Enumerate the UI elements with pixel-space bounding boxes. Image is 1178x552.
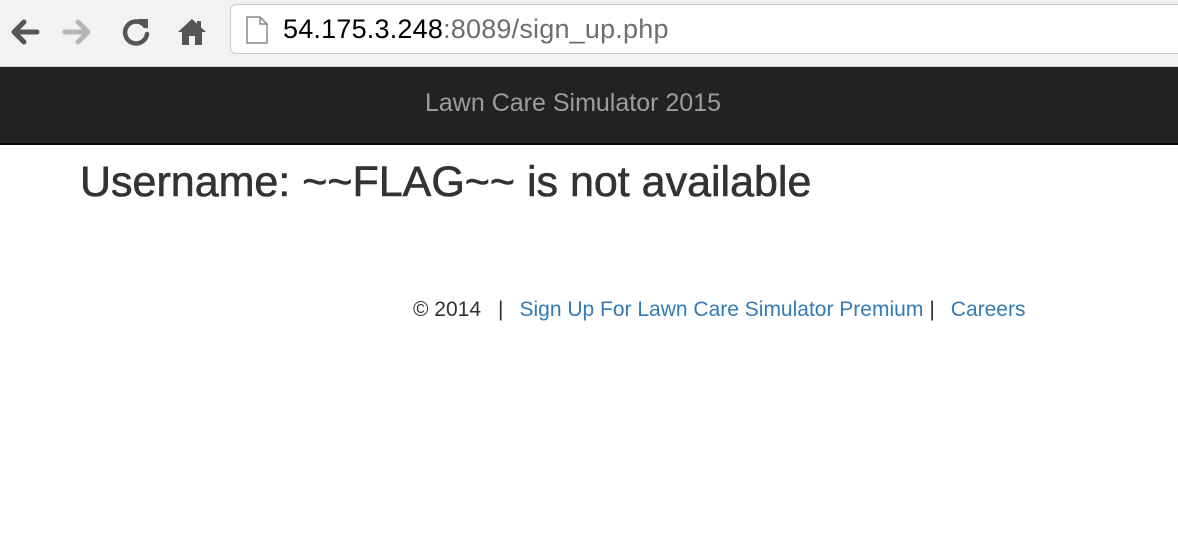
- url-text[interactable]: 54.175.3.248:8089/sign_up.php: [283, 14, 669, 45]
- back-button[interactable]: [4, 12, 44, 52]
- forward-arrow-icon: [62, 19, 91, 45]
- reload-icon: [122, 19, 150, 46]
- availability-message: Username: ~~FLAG~~ is not available: [80, 158, 812, 207]
- address-bar[interactable]: 54.175.3.248:8089/sign_up.php: [230, 4, 1178, 54]
- site-navbar: Lawn Care Simulator 2015: [0, 67, 1178, 145]
- home-button[interactable]: [172, 12, 212, 52]
- url-host: 54.175.3.248: [283, 14, 444, 44]
- careers-link[interactable]: Careers: [951, 298, 1026, 322]
- premium-signup-link[interactable]: Sign Up For Lawn Care Simulator Premium: [520, 298, 924, 322]
- url-path: :8089/sign_up.php: [443, 14, 669, 44]
- home-icon: [178, 19, 206, 45]
- brand-title[interactable]: Lawn Care Simulator 2015: [0, 89, 1146, 118]
- footer-separator: |: [498, 298, 504, 321]
- browser-toolbar: 54.175.3.248:8089/sign_up.php: [0, 0, 1178, 67]
- reload-button[interactable]: [116, 12, 156, 52]
- back-arrow-icon: [11, 19, 40, 45]
- copyright-text: © 2014: [413, 298, 482, 321]
- page-icon: [246, 16, 268, 44]
- forward-button[interactable]: [58, 12, 98, 52]
- footer: © 2014 | Sign Up For Lawn Care Simulator P…: [413, 298, 1025, 322]
- footer-separator: |: [929, 298, 935, 321]
